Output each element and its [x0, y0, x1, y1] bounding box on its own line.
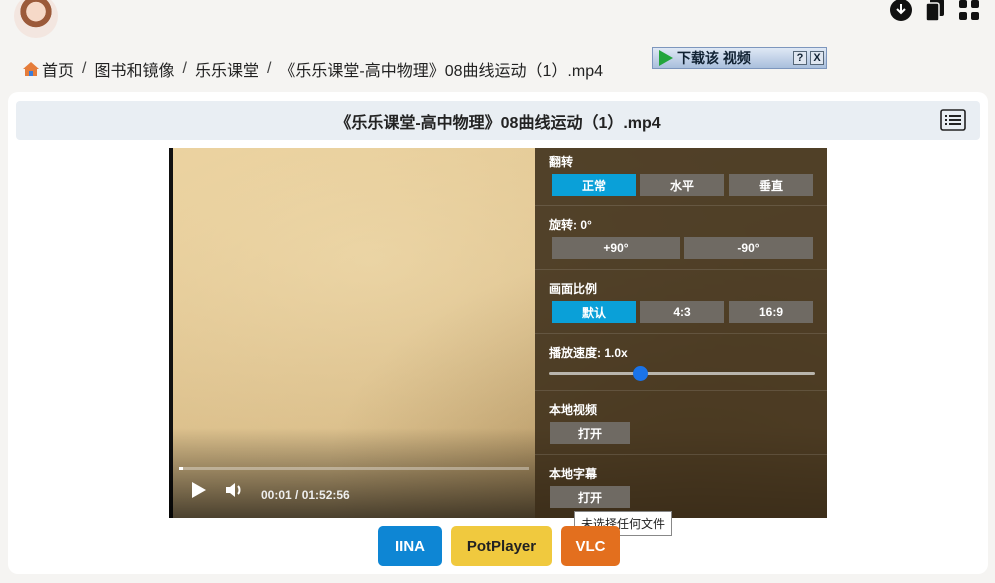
flip-horizontal-button[interactable]: 水平 — [640, 174, 724, 196]
rotate-label: 旋转: 0° — [549, 218, 592, 232]
close-icon[interactable]: X — [810, 51, 824, 65]
video-title: 《乐乐课堂-高中物理》08曲线运动（1）.mp4 — [335, 114, 661, 132]
video-card: 《乐乐课堂-高中物理》08曲线运动（1）.mp4 00:01 / 01:52:5… — [8, 92, 988, 574]
local-subtitle-label: 本地字幕 — [549, 467, 598, 481]
breadcrumb-separator: / — [266, 60, 272, 77]
breadcrumb-separator: / — [82, 60, 87, 77]
breadcrumb-item-books[interactable]: 图书和镜像 — [94, 57, 174, 81]
playlist-icon[interactable] — [940, 109, 966, 131]
aspect-section: 画面比例 默认 4:3 16:9 — [535, 270, 827, 334]
rotate-section: 旋转: 0° +90° -90° — [535, 206, 827, 270]
speed-slider-track[interactable] — [549, 372, 815, 375]
rotate-minus-button[interactable]: -90° — [684, 237, 813, 259]
time-display: 00:01 / 01:52:56 — [261, 488, 350, 502]
iina-button[interactable]: IINA — [378, 526, 442, 566]
open-local-video-button[interactable]: 打开 — [550, 422, 630, 444]
aspect-16-9-button[interactable]: 16:9 — [729, 301, 813, 323]
help-icon[interactable]: ? — [793, 51, 807, 65]
speed-label: 播放速度: 1.0x — [549, 346, 628, 360]
local-video-section: 本地视频 打开 — [535, 391, 827, 455]
speed-slider-thumb[interactable] — [633, 366, 648, 381]
video-player[interactable]: 00:01 / 01:52:56 翻转 正常 水平 垂直 旋转: 0° +90°… — [169, 148, 827, 518]
progress-bar[interactable] — [179, 467, 529, 470]
aspect-4-3-button[interactable]: 4:3 — [640, 301, 724, 323]
progress-fill — [179, 467, 183, 470]
breadcrumb-separator: / — [182, 60, 187, 77]
rotate-plus-button[interactable]: +90° — [552, 237, 680, 259]
play-icon[interactable] — [191, 481, 207, 504]
local-video-label: 本地视频 — [549, 403, 598, 417]
breadcrumb-item-lele[interactable]: 乐乐课堂 — [195, 57, 259, 81]
download-play-icon — [659, 50, 673, 66]
download-video-label: 下载该 视频 — [677, 50, 751, 66]
breadcrumb-current: 《乐乐课堂-高中物理》08曲线运动（1）.mp4 — [279, 63, 604, 80]
flip-label: 翻转 — [549, 155, 574, 169]
avatar[interactable] — [14, 0, 58, 38]
copy-icon[interactable] — [923, 0, 947, 22]
download-video-bar[interactable]: 下载该 视频 ? X — [652, 47, 827, 69]
download-icon[interactable] — [889, 0, 913, 22]
settings-panel: 翻转 正常 水平 垂直 旋转: 0° +90° -90° 画面比例 默认 4:3… — [535, 148, 827, 518]
flip-section: 翻转 正常 水平 垂直 — [535, 148, 827, 206]
video-title-bar: 《乐乐课堂-高中物理》08曲线运动（1）.mp4 — [16, 101, 980, 140]
volume-icon[interactable] — [225, 481, 245, 504]
breadcrumb: 首页 / 图书和镜像 / 乐乐课堂 / 《乐乐课堂-高中物理》08曲线运动（1）… — [22, 57, 603, 81]
vlc-button[interactable]: VLC — [561, 526, 620, 566]
grid-menu-icon[interactable] — [957, 0, 981, 22]
speed-section: 播放速度: 1.0x — [535, 334, 827, 391]
top-toolbar — [889, 0, 981, 22]
external-player-buttons: IINA PotPlayer VLC — [378, 526, 620, 566]
aspect-default-button[interactable]: 默认 — [552, 301, 636, 323]
home-icon — [23, 62, 39, 76]
open-local-subtitle-button[interactable]: 打开 — [550, 486, 630, 508]
breadcrumb-home[interactable]: 首页 — [42, 57, 74, 81]
flip-vertical-button[interactable]: 垂直 — [729, 174, 813, 196]
potplayer-button[interactable]: PotPlayer — [451, 526, 552, 566]
aspect-label: 画面比例 — [549, 282, 598, 296]
flip-normal-button[interactable]: 正常 — [552, 174, 636, 196]
local-subtitle-section: 本地字幕 打开 — [535, 455, 827, 518]
